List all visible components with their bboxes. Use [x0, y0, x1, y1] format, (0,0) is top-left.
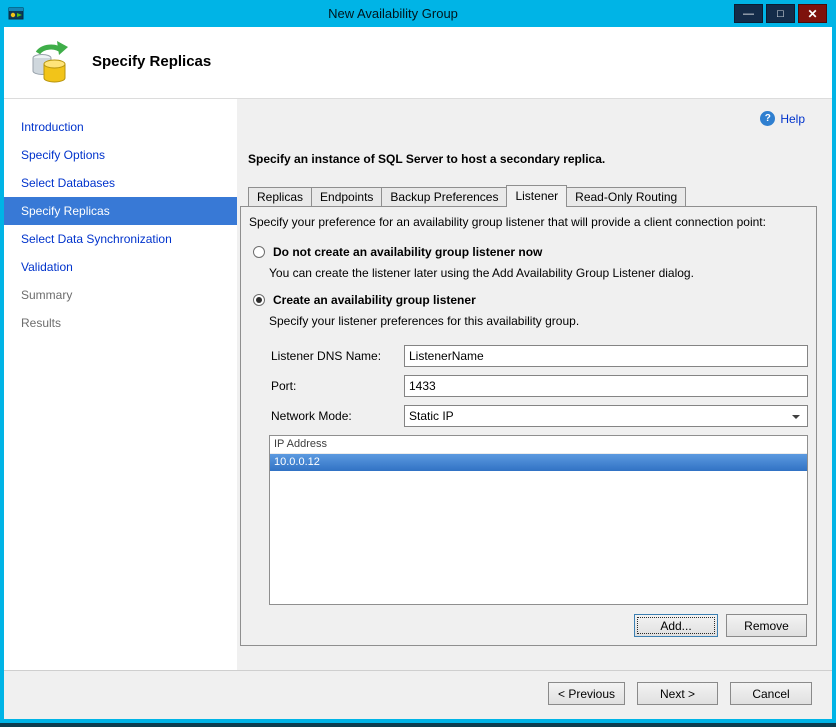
previous-button[interactable]: < Previous [548, 682, 625, 705]
ip-address-list[interactable]: IP Address 10.0.0.12 [269, 435, 808, 605]
next-button[interactable]: Next > [637, 682, 718, 705]
window-title: New Availability Group [328, 6, 458, 21]
option-no-listener[interactable]: Do not create an availability group list… [253, 245, 542, 259]
dns-name-label: Listener DNS Name: [271, 349, 382, 363]
tab-strip: Replicas Endpoints Backup Preferences Li… [248, 185, 687, 207]
dialog-body: Specify Replicas Introduction Specify Op… [4, 27, 832, 719]
tab-backup-preferences[interactable]: Backup Preferences [381, 187, 508, 206]
port-field[interactable] [404, 375, 808, 397]
wizard-banner: Specify Replicas [4, 27, 832, 99]
port-label: Port: [271, 379, 297, 393]
help-icon: ? [760, 111, 776, 126]
tab-listener[interactable]: Listener [506, 185, 568, 207]
option-no-listener-description: You can create the listener later using … [269, 266, 694, 280]
sidebar-item-results: Results [21, 316, 62, 330]
ip-address-column-header[interactable]: IP Address [270, 436, 807, 454]
tab-endpoints[interactable]: Endpoints [311, 187, 383, 206]
app-icon [8, 5, 24, 21]
remove-button[interactable]: Remove [726, 614, 807, 637]
sidebar-item-specify-options[interactable]: Specify Options [4, 141, 237, 169]
help-label: Help [780, 111, 805, 126]
sidebar-item-select-data-synchronization[interactable]: Select Data Synchronization [4, 225, 237, 253]
option-create-listener-description: Specify your listener preferences for th… [269, 314, 580, 328]
close-icon[interactable]: ✕ [798, 4, 827, 23]
tab-replicas[interactable]: Replicas [248, 187, 313, 206]
ip-address-row[interactable]: 10.0.0.12 [270, 454, 807, 471]
window-controls: — □ ✕ [734, 4, 827, 23]
listener-tab-panel: Specify your preference for an availabil… [240, 206, 817, 646]
wizard-steps: Introduction Specify Options Select Data… [4, 99, 237, 670]
option-create-listener-label: Create an availability group listener [273, 293, 476, 307]
listener-intro-text: Specify your preference for an availabil… [249, 215, 766, 229]
radio-no-listener[interactable] [253, 246, 265, 258]
tab-read-only-routing[interactable]: Read-Only Routing [566, 187, 687, 206]
sidebar-item-select-databases[interactable]: Select Databases [4, 169, 237, 197]
dialog-window: New Availability Group — □ ✕ Specify Rep… [0, 0, 836, 727]
minimize-icon[interactable]: — [734, 4, 763, 23]
network-mode-label: Network Mode: [271, 409, 352, 423]
option-no-listener-label: Do not create an availability group list… [273, 245, 543, 259]
maximize-icon[interactable]: □ [766, 4, 795, 23]
titlebar[interactable]: New Availability Group — □ ✕ [0, 0, 836, 27]
footer-bar: < Previous Next > Cancel [4, 670, 832, 719]
sidebar-item-introduction[interactable]: Introduction [4, 113, 237, 141]
instruction-text: Specify an instance of SQL Server to hos… [248, 152, 606, 166]
option-create-listener[interactable]: Create an availability group listener [253, 293, 476, 307]
sidebar-item-specify-replicas[interactable]: Specify Replicas [4, 197, 237, 225]
network-mode-dropdown[interactable]: Static IP [404, 405, 808, 427]
availability-group-icon [26, 39, 76, 92]
page-title: Specify Replicas [92, 53, 212, 70]
radio-create-listener[interactable] [253, 294, 265, 306]
cancel-button[interactable]: Cancel [730, 682, 812, 705]
help-link[interactable]: ? Help [760, 111, 805, 126]
sidebar-item-summary: Summary [21, 288, 73, 302]
dns-name-field[interactable] [404, 345, 808, 367]
content-pane: ? Help Specify an instance of SQL Server… [237, 99, 832, 670]
main-area: Introduction Specify Options Select Data… [4, 99, 832, 670]
sidebar-item-validation[interactable]: Validation [4, 253, 237, 281]
add-button[interactable]: Add... [634, 614, 718, 637]
network-mode-value: Static IP [409, 409, 454, 423]
